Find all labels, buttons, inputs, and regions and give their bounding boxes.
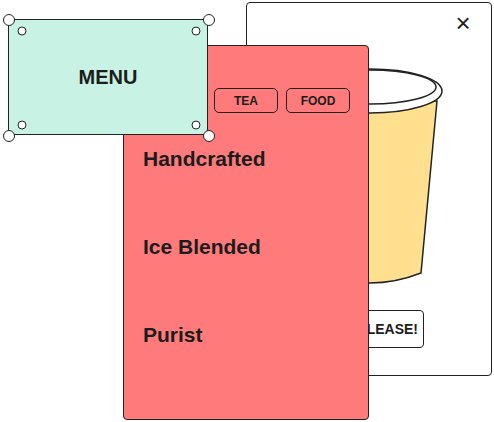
resize-handle[interactable] <box>3 130 15 142</box>
menu-label[interactable]: MENU <box>8 19 208 135</box>
corner-handle[interactable] <box>18 121 27 130</box>
close-button[interactable]: × <box>451 11 475 35</box>
tag-button[interactable]: TEA <box>214 88 278 113</box>
tag-button[interactable]: FOOD <box>286 88 350 113</box>
resize-handle[interactable] <box>3 14 15 26</box>
menu-item[interactable]: Ice Blended <box>143 235 368 259</box>
menu-item[interactable]: Purist <box>143 323 368 347</box>
resize-handle[interactable] <box>203 14 215 26</box>
corner-handle[interactable] <box>192 121 201 130</box>
menu-label-text: MENU <box>79 66 138 89</box>
corner-handle[interactable] <box>192 27 201 36</box>
canvas: ×LEASE!TEAFOODHandcraftedIce BlendedPuri… <box>0 0 494 422</box>
menu-item[interactable]: Handcrafted <box>143 147 368 171</box>
corner-handle[interactable] <box>18 27 27 36</box>
resize-handle[interactable] <box>203 130 215 142</box>
menu-list: Handcrafted Ice Blended Purist <box>124 113 368 347</box>
